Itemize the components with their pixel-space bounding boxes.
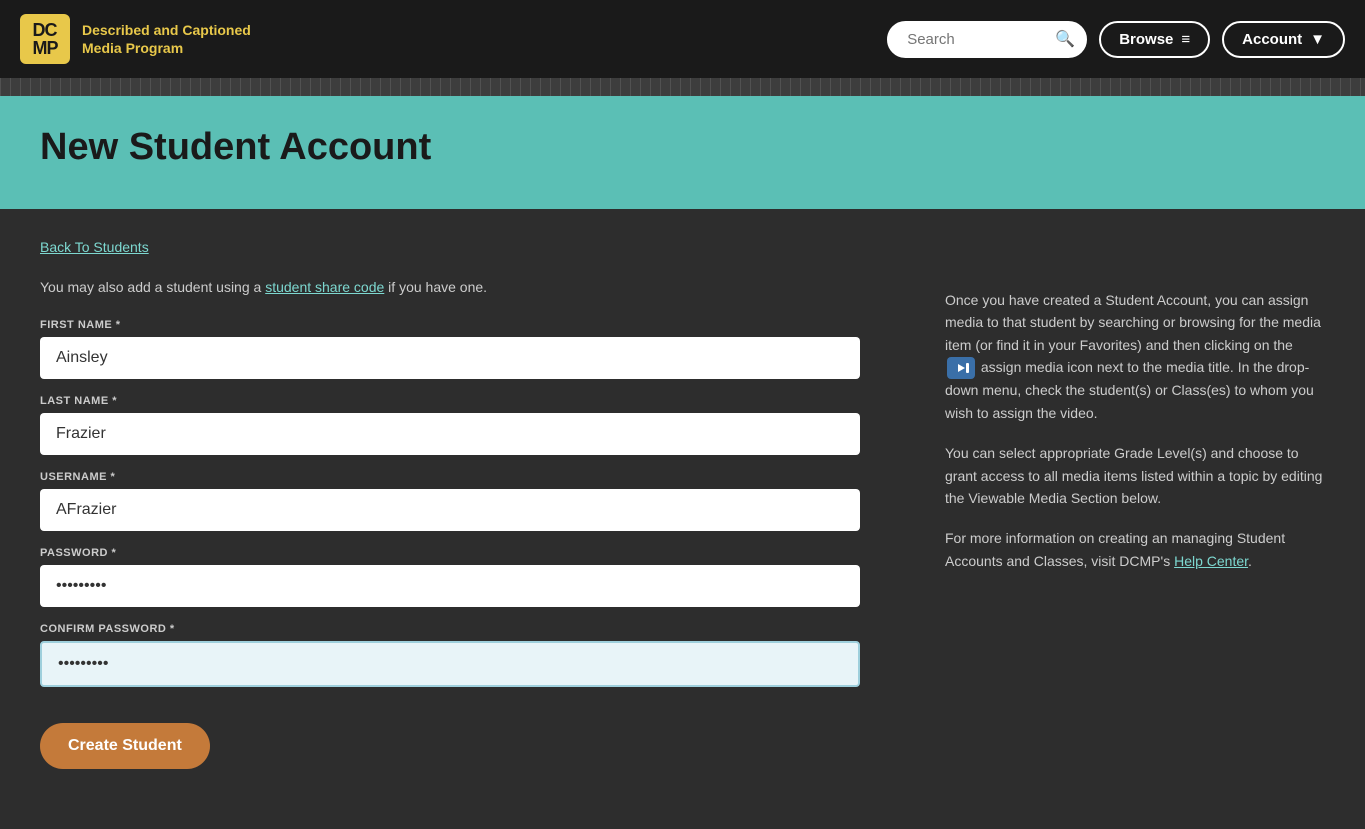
header-controls: 🔍 Browse ≡ Account ▼ bbox=[887, 21, 1345, 58]
confirm-password-input[interactable] bbox=[40, 641, 860, 687]
share-code-text: You may also add a student using a stude… bbox=[40, 279, 905, 295]
password-label: PASSWORD * bbox=[40, 547, 905, 559]
chevron-down-icon: ▼ bbox=[1310, 31, 1325, 48]
first-name-input[interactable] bbox=[40, 337, 860, 379]
password-field-group: PASSWORD * bbox=[40, 547, 905, 607]
create-student-button[interactable]: Create Student bbox=[40, 723, 210, 769]
browse-button[interactable]: Browse ≡ bbox=[1099, 21, 1210, 58]
help-center-link[interactable]: Help Center bbox=[1174, 553, 1248, 569]
page-title: New Student Account bbox=[40, 126, 1325, 169]
info-p1-text1: Once you have created a Student Account,… bbox=[945, 292, 1321, 353]
last-name-input[interactable] bbox=[40, 413, 860, 455]
title-line1: Described and Captioned bbox=[82, 22, 251, 38]
back-to-students-link[interactable]: Back To Students bbox=[40, 239, 149, 255]
site-title: Described and Captioned Media Program bbox=[82, 21, 251, 57]
assign-media-icon bbox=[947, 357, 975, 379]
first-name-field-group: FIRST NAME * bbox=[40, 319, 905, 379]
confirm-password-label: CONFIRM PASSWORD * bbox=[40, 623, 905, 635]
logo-area: DCMP Described and Captioned Media Progr… bbox=[20, 14, 871, 64]
browse-label: Browse bbox=[1119, 31, 1173, 48]
logo-icon: DCMP bbox=[20, 14, 70, 64]
browse-icon: ≡ bbox=[1181, 31, 1190, 48]
last-name-label: LAST NAME * bbox=[40, 395, 905, 407]
share-text-suffix: if you have one. bbox=[384, 279, 487, 295]
ruler-decoration bbox=[0, 78, 1365, 96]
student-share-code-link[interactable]: student share code bbox=[265, 279, 384, 295]
info-section: Once you have created a Student Account,… bbox=[945, 239, 1325, 769]
title-line2: Media Program bbox=[82, 40, 183, 56]
search-button[interactable]: 🔍 bbox=[1055, 29, 1075, 49]
share-text-prefix: You may also add a student using a bbox=[40, 279, 265, 295]
main-content: Back To Students You may also add a stud… bbox=[0, 209, 1365, 829]
username-field-group: USERNAME * bbox=[40, 471, 905, 531]
username-input[interactable] bbox=[40, 489, 860, 531]
info-paragraph-3: For more information on creating an mana… bbox=[945, 527, 1325, 572]
page-banner: New Student Account bbox=[0, 96, 1365, 209]
account-button[interactable]: Account ▼ bbox=[1222, 21, 1345, 58]
info-p1-text2: assign media icon next to the media titl… bbox=[945, 359, 1314, 421]
account-label: Account bbox=[1242, 31, 1302, 48]
username-label: USERNAME * bbox=[40, 471, 905, 483]
info-paragraph-2: You can select appropriate Grade Level(s… bbox=[945, 442, 1325, 509]
info-paragraph-1: Once you have created a Student Account,… bbox=[945, 289, 1325, 424]
confirm-password-field-group: CONFIRM PASSWORD * bbox=[40, 623, 905, 687]
site-header: DCMP Described and Captioned Media Progr… bbox=[0, 0, 1365, 78]
last-name-field-group: LAST NAME * bbox=[40, 395, 905, 455]
password-input[interactable] bbox=[40, 565, 860, 607]
form-section: Back To Students You may also add a stud… bbox=[40, 239, 905, 769]
info-p3-suffix: . bbox=[1248, 553, 1252, 569]
first-name-label: FIRST NAME * bbox=[40, 319, 905, 331]
search-box: 🔍 bbox=[887, 21, 1087, 58]
